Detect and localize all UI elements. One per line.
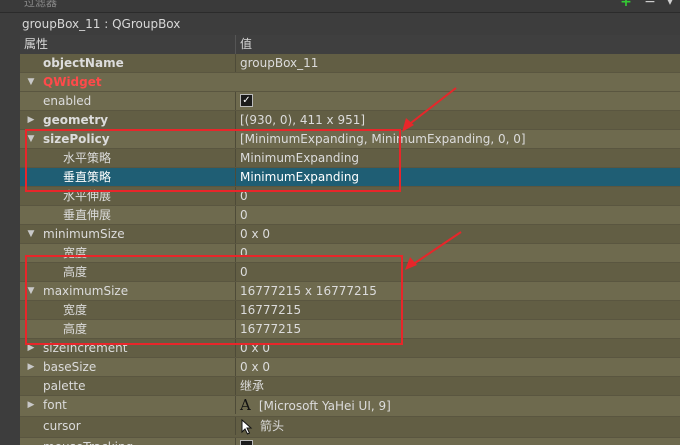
- row-value[interactable]: 0: [240, 208, 248, 222]
- font-preview-icon: A: [240, 396, 251, 414]
- row-value[interactable]: 0 x 0: [240, 227, 270, 241]
- row-geometry[interactable]: ▶ geometry [(930, 0), 411 x 951]: [20, 111, 680, 130]
- collapse-arrow-icon[interactable]: ▶: [25, 358, 37, 376]
- row-value[interactable]: 0: [240, 246, 248, 260]
- row-maximumsize[interactable]: ▼ maximumSize 16777215 x 16777215: [20, 282, 680, 301]
- row-sizepolicy[interactable]: ▼ sizePolicy [MinimumExpanding, MinimumE…: [20, 130, 680, 149]
- expand-arrow-icon[interactable]: ▼: [25, 73, 37, 91]
- row-mousetracking[interactable]: mouseTracking: [20, 438, 680, 445]
- wrench-icon[interactable]: ▾: [662, 0, 678, 10]
- table-header: 属性 值: [20, 35, 680, 55]
- row-value[interactable]: MinimumExpanding: [240, 151, 359, 165]
- row-label: cursor: [43, 419, 81, 433]
- row-value[interactable]: 0: [240, 265, 248, 279]
- row-basesize[interactable]: ▶ baseSize 0 x 0: [20, 358, 680, 377]
- row-value[interactable]: 0 x 0: [240, 341, 270, 355]
- header-separator[interactable]: [235, 35, 236, 54]
- row-label: 高度: [63, 322, 88, 336]
- filter-label: 过滤器: [24, 0, 57, 9]
- row-label: minimumSize: [43, 227, 125, 241]
- row-label: mouseTracking: [43, 438, 133, 445]
- row-font[interactable]: ▶ font A [Microsoft YaHei UI, 9]: [20, 396, 680, 417]
- minus-icon[interactable]: −: [642, 0, 658, 10]
- row-value[interactable]: groupBox_11: [240, 56, 318, 70]
- row-value[interactable]: [MinimumExpanding, MinimumExpanding, 0, …: [240, 132, 526, 146]
- enabled-checkbox[interactable]: ✓: [240, 94, 253, 107]
- row-qwidget[interactable]: ▼ QWidget: [20, 73, 680, 92]
- row-label: palette: [43, 379, 86, 393]
- row-label: sizeIncrement: [43, 341, 128, 355]
- row-min-height[interactable]: 高度 0: [20, 263, 680, 282]
- row-vertical-policy[interactable]: 垂直策略 MinimumExpanding: [20, 168, 680, 187]
- expand-arrow-icon[interactable]: ▼: [25, 282, 37, 300]
- row-max-height[interactable]: 高度 16777215: [20, 320, 680, 339]
- row-minimumsize[interactable]: ▼ minimumSize 0 x 0: [20, 225, 680, 244]
- collapse-arrow-icon[interactable]: ▶: [25, 111, 37, 129]
- row-value[interactable]: 16777215: [240, 322, 301, 336]
- row-label: 水平策略: [63, 151, 112, 165]
- collapse-arrow-icon[interactable]: ▶: [25, 396, 37, 414]
- left-gutter: [0, 54, 20, 445]
- plus-icon[interactable]: +: [618, 0, 634, 10]
- row-sizeincrement[interactable]: ▶ sizeIncrement 0 x 0: [20, 339, 680, 358]
- collapse-arrow-icon[interactable]: ▶: [25, 339, 37, 357]
- row-cursor[interactable]: cursor 箭头: [20, 417, 680, 438]
- row-value[interactable]: MinimumExpanding: [240, 170, 359, 184]
- row-label: 宽度: [63, 303, 88, 317]
- row-value[interactable]: 继承: [240, 379, 264, 393]
- row-horizontal-stretch[interactable]: 水平伸展 0: [20, 187, 680, 206]
- row-value[interactable]: 箭头: [260, 419, 284, 433]
- row-max-width[interactable]: 宽度 16777215: [20, 301, 680, 320]
- property-grid: objectName groupBox_11 ▼ QWidget enabled…: [20, 54, 680, 445]
- row-label: font: [43, 398, 67, 412]
- row-label: 高度: [63, 265, 88, 279]
- row-label: geometry: [43, 113, 109, 127]
- object-title: groupBox_11 : QGroupBox: [0, 12, 680, 34]
- row-value[interactable]: 16777215: [240, 303, 301, 317]
- row-label: objectName: [43, 56, 124, 70]
- row-label: 垂直策略: [63, 170, 112, 184]
- row-label: QWidget: [43, 75, 102, 89]
- row-horizontal-policy[interactable]: 水平策略 MinimumExpanding: [20, 149, 680, 168]
- row-palette[interactable]: palette 继承: [20, 377, 680, 396]
- expand-arrow-icon[interactable]: ▼: [25, 225, 37, 243]
- row-label: sizePolicy: [43, 132, 110, 146]
- row-enabled[interactable]: enabled ✓: [20, 92, 680, 111]
- row-label: 宽度: [63, 246, 88, 260]
- row-min-width[interactable]: 宽度 0: [20, 244, 680, 263]
- row-label: baseSize: [43, 360, 97, 374]
- row-label: 垂直伸展: [63, 208, 112, 222]
- top-toolbar: 过滤器 + − ▾: [0, 0, 680, 12]
- mousetracking-checkbox[interactable]: [240, 440, 253, 445]
- header-value[interactable]: 值: [240, 35, 252, 54]
- row-value[interactable]: [Microsoft YaHei UI, 9]: [259, 399, 391, 413]
- row-objectname[interactable]: objectName groupBox_11: [20, 54, 680, 73]
- row-value[interactable]: 0: [240, 189, 248, 203]
- row-value[interactable]: 16777215 x 16777215: [240, 284, 377, 298]
- row-label: 水平伸展: [63, 189, 112, 203]
- row-label: enabled: [43, 94, 92, 108]
- row-value[interactable]: [(930, 0), 411 x 951]: [240, 113, 365, 127]
- row-vertical-stretch[interactable]: 垂直伸展 0: [20, 206, 680, 225]
- header-property[interactable]: 属性: [24, 35, 48, 54]
- row-label: maximumSize: [43, 284, 129, 298]
- expand-arrow-icon[interactable]: ▼: [25, 130, 37, 148]
- row-value[interactable]: 0 x 0: [240, 360, 270, 374]
- arrow-cursor-icon: [241, 418, 253, 435]
